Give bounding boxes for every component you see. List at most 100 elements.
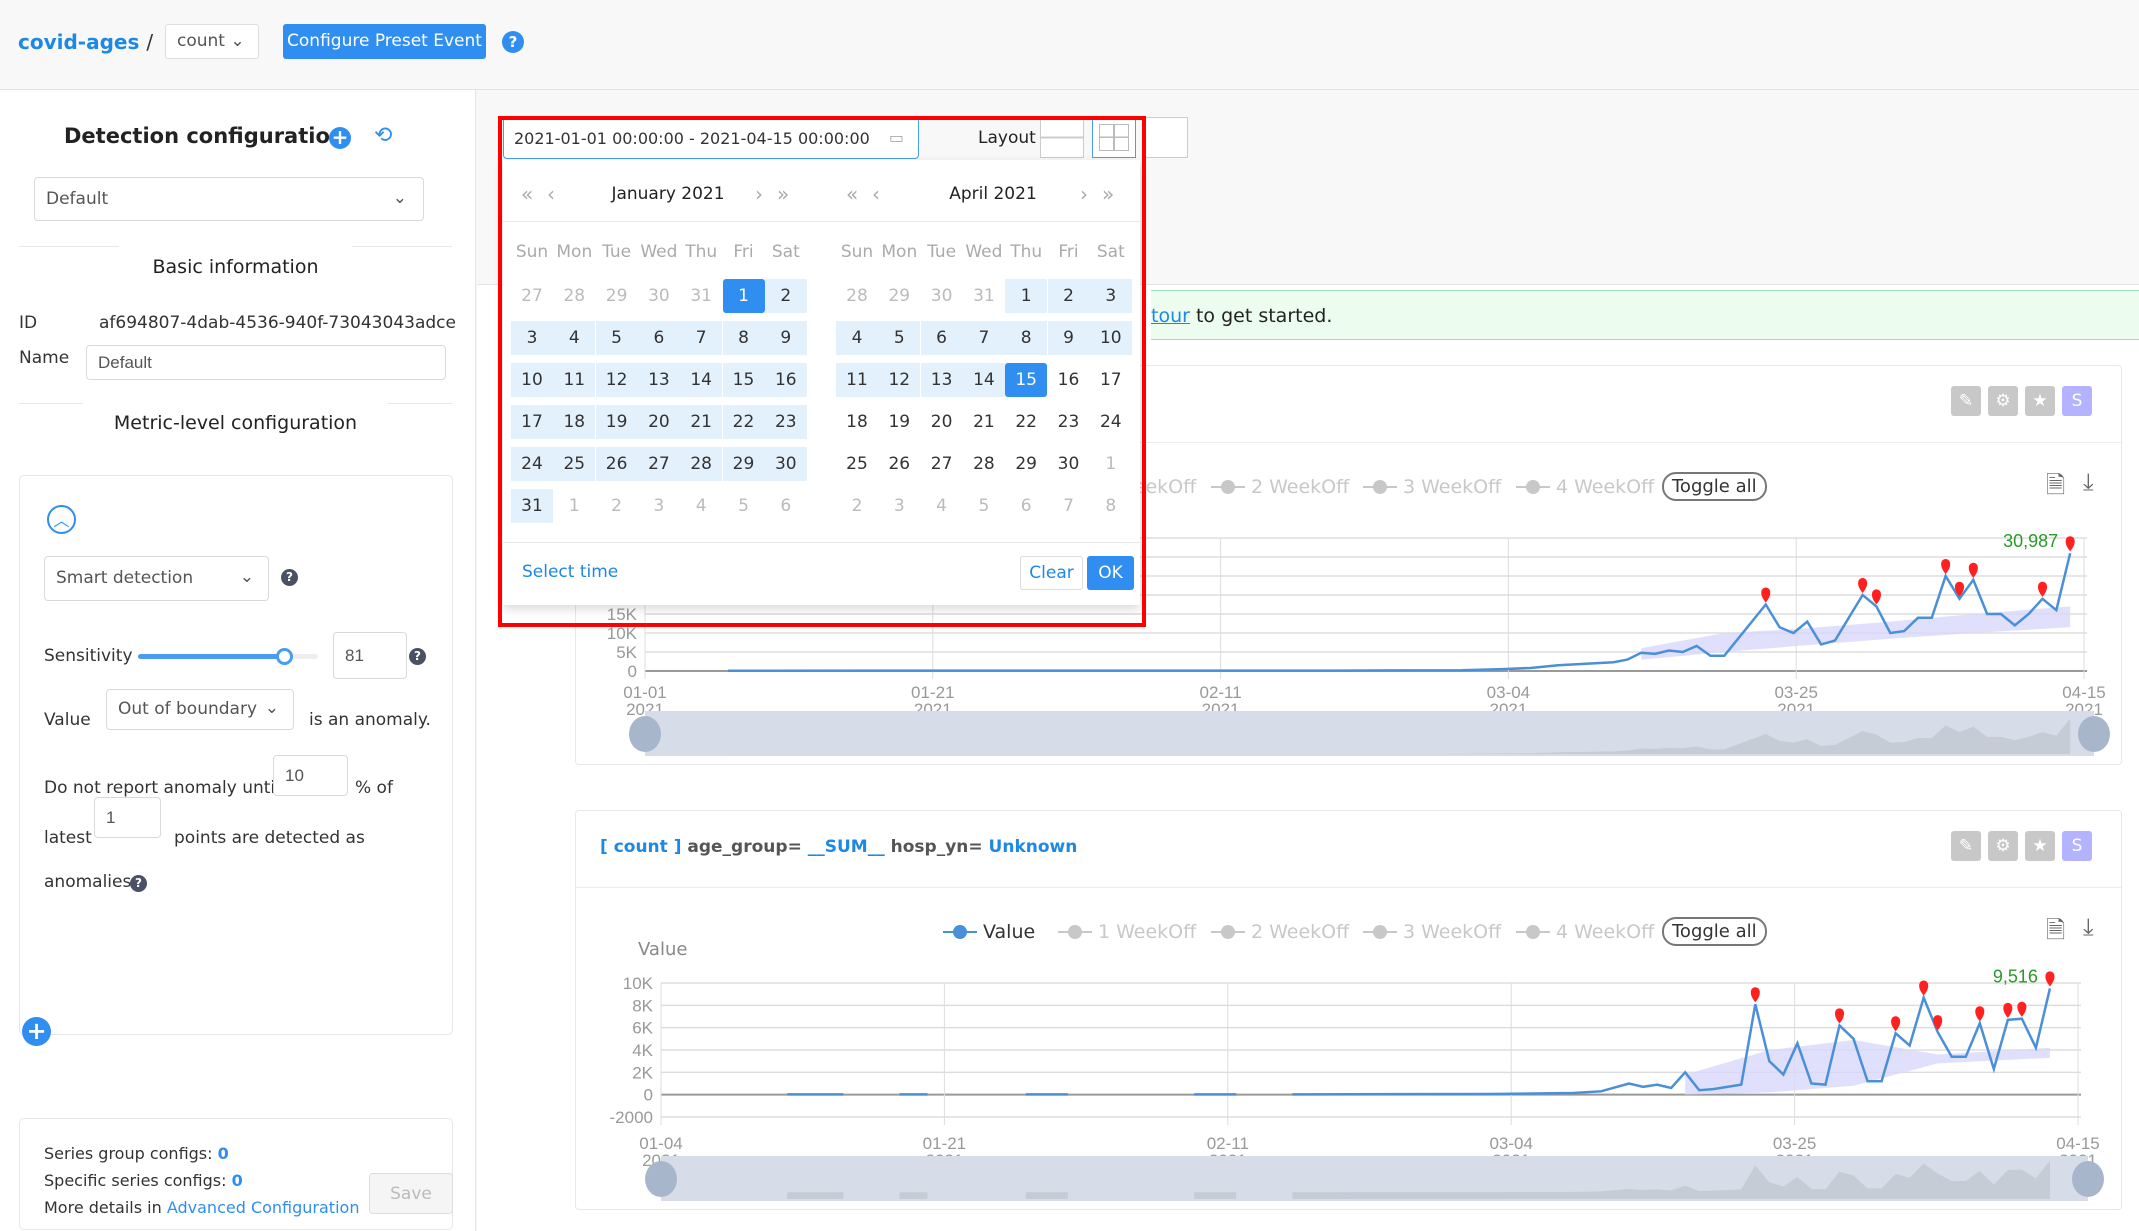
y-tick-label: 5K <box>616 643 637 662</box>
navigator-preview <box>1194 1192 1237 1199</box>
boundary-select-value: Out of boundary <box>118 699 258 719</box>
sensitivity-label: Sensitivity <box>44 646 133 666</box>
metric-level-heading: Metric-level configuration <box>113 412 358 434</box>
navigator-preview <box>899 1192 928 1199</box>
value-series-line <box>1292 988 2052 1096</box>
anomaly-marker <box>1858 578 1868 593</box>
config-select-value: Default <box>46 189 109 209</box>
anomaly-marker <box>1919 980 1929 996</box>
help-icon[interactable]: ? <box>502 31 524 53</box>
anomaly-marker <box>1761 587 1771 603</box>
sensitivity-input[interactable] <box>333 632 407 679</box>
y-tick-label: 2K <box>632 1063 653 1082</box>
sensitivity-slider[interactable] <box>138 648 318 665</box>
report-prefix: Do not report anomaly until <box>44 778 280 798</box>
anomalies-label: anomalies. <box>44 872 137 892</box>
name-label: Name <box>19 348 70 368</box>
divider <box>19 246 119 247</box>
panel-title: Detection configuration <box>64 124 345 148</box>
boundary-select[interactable]: Out of boundary ⌄ <box>106 689 294 730</box>
navigator-preview <box>1025 1192 1068 1199</box>
more-details: More details in Advanced Configuration <box>44 1198 359 1217</box>
anomaly-marker <box>2065 536 2075 552</box>
basic-info-heading: Basic information <box>152 256 319 278</box>
help-icon[interactable]: ? <box>130 875 147 892</box>
chart-card-2: [ count ] age_group= __SUM__ hosp_yn= Un… <box>575 810 2122 1210</box>
anomaly-marker <box>1941 559 1951 574</box>
anomaly-suffix: is an anomaly. <box>309 710 431 730</box>
save-button[interactable]: Save <box>369 1173 453 1214</box>
anomaly-marker <box>1834 1008 1845 1024</box>
history-icon[interactable]: ⟲ <box>374 123 392 148</box>
series-group-configs: Series group configs: 0 <box>44 1144 229 1163</box>
specific-count[interactable]: 0 <box>232 1171 243 1190</box>
latest-label: latest <box>44 828 92 848</box>
specific-label: Specific series configs: <box>44 1171 227 1190</box>
breadcrumb-datafeed[interactable]: covid-ages <box>18 30 139 54</box>
id-label: ID <box>19 313 38 333</box>
anomaly-marker <box>1891 1016 1901 1032</box>
name-input[interactable] <box>86 345 446 380</box>
detection-config-panel: Detection configuration + ⟲ Default ⌄ Bas… <box>0 90 476 1231</box>
percent-of-label: % of <box>355 778 393 798</box>
add-metric-config-icon[interactable]: + <box>22 1017 51 1046</box>
last-value-label: 30,987 <box>2003 531 2058 551</box>
slider-fill <box>138 654 284 659</box>
anomaly-marker <box>2003 1002 2013 1018</box>
metric-select[interactable]: count ⌄ <box>165 24 259 59</box>
points-suffix: points are detected as <box>174 828 365 848</box>
chevron-down-icon: ⌄ <box>239 567 254 587</box>
help-icon[interactable]: ? <box>409 648 426 665</box>
advanced-config-link[interactable]: Advanced Configuration <box>167 1198 360 1217</box>
last-value-label: 9,516 <box>1993 966 2038 986</box>
anomaly-marker <box>1750 987 1760 1003</box>
tour-banner: tour to get started. <box>1151 290 2139 340</box>
highlight-box <box>498 116 1146 627</box>
id-value: af694807-4dab-4536-940f-73043043adce <box>99 313 456 333</box>
method-select-value: Smart detection <box>56 568 194 588</box>
report-percent-input[interactable] <box>273 755 348 796</box>
help-icon[interactable]: ? <box>281 569 298 586</box>
more-details-label: More details in <box>44 1198 162 1217</box>
metric-select-value: count <box>177 31 225 51</box>
banner-text: to get started. <box>1195 305 1333 327</box>
y-tick-label: 10K <box>623 974 654 993</box>
breadcrumb[interactable]: covid-ages / <box>18 30 153 54</box>
top-header: covid-ages / count ⌄ Configure Preset Ev… <box>0 0 2139 90</box>
navigator-handle[interactable] <box>629 716 661 752</box>
chevron-down-icon: ⌄ <box>230 31 245 51</box>
anomaly-marker <box>1871 589 1881 605</box>
y-tick-label: 0 <box>644 1086 653 1105</box>
layout-single-button[interactable] <box>1144 117 1188 158</box>
y-tick-label: 0 <box>628 662 637 681</box>
y-tick-label: -2000 <box>610 1108 653 1127</box>
tour-link[interactable]: tour <box>1151 305 1190 327</box>
add-config-icon[interactable]: + <box>329 127 351 149</box>
series-group-count[interactable]: 0 <box>218 1144 229 1163</box>
latest-points-input[interactable] <box>94 797 161 838</box>
slider-handle[interactable] <box>275 648 293 665</box>
anomaly-marker <box>1975 1006 1985 1022</box>
config-select[interactable]: Default ⌄ <box>34 177 424 221</box>
anomaly-marker <box>2045 971 2055 987</box>
navigator-preview <box>787 1192 844 1199</box>
navigator-handle[interactable] <box>645 1161 677 1197</box>
chevron-down-icon: ⌄ <box>264 698 279 718</box>
anomaly-marker <box>2017 1001 2027 1017</box>
divider <box>352 246 452 247</box>
collapse-icon[interactable]: ︿ <box>47 505 76 534</box>
series-group-label: Series group configs: <box>44 1144 213 1163</box>
y-tick-label: 8K <box>632 996 653 1015</box>
value-label: Value <box>44 710 91 730</box>
breadcrumb-separator: / <box>146 30 154 54</box>
navigator-handle[interactable] <box>2072 1161 2104 1197</box>
y-tick-label: 4K <box>632 1041 653 1060</box>
navigator-handle[interactable] <box>2078 716 2110 752</box>
method-select[interactable]: Smart detection ⌄ <box>44 556 269 601</box>
divider <box>388 403 452 404</box>
specific-series-configs: Specific series configs: 0 <box>44 1171 243 1190</box>
chevron-down-icon: ⌄ <box>392 188 407 208</box>
y-tick-label: 6K <box>632 1019 653 1038</box>
divider <box>19 403 83 404</box>
configure-preset-event-button[interactable]: Configure Preset Event <box>283 24 486 59</box>
